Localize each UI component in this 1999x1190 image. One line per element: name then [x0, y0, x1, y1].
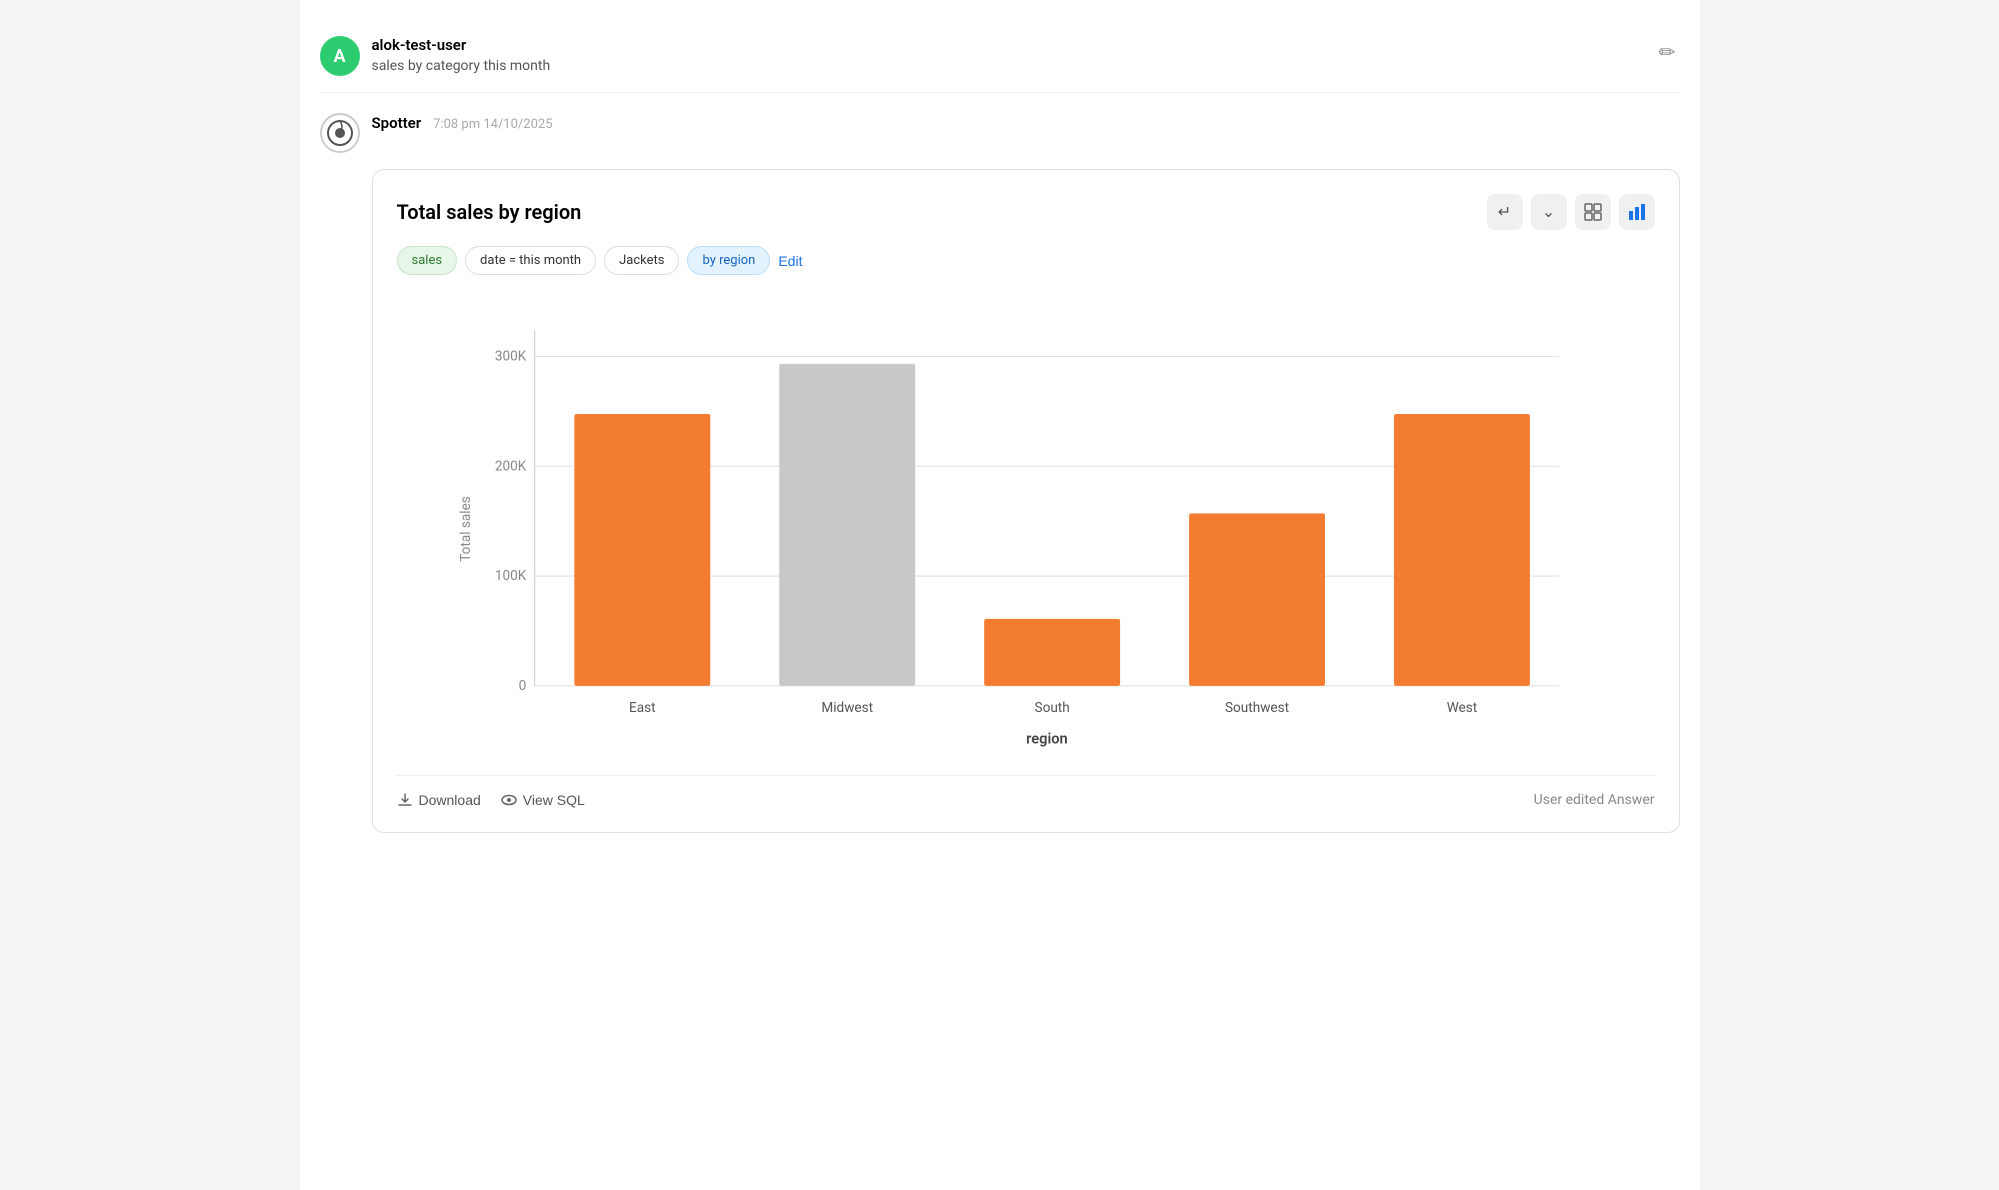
spotter-avatar: [320, 113, 360, 153]
chart-view-button[interactable]: [1619, 194, 1655, 230]
bar-west[interactable]: [1394, 414, 1530, 686]
tag-sales[interactable]: sales: [397, 246, 458, 275]
back-button[interactable]: ↵: [1487, 194, 1523, 230]
spotter-timestamp: 7:08 pm 14/10/2025: [433, 117, 552, 132]
x-axis-label: region: [1026, 729, 1068, 747]
download-button[interactable]: Download: [397, 792, 481, 808]
spotter-meta: Spotter 7:08 pm 14/10/2025: [372, 113, 553, 132]
card-footer: Download View SQL User edited Answer: [397, 775, 1655, 808]
x-label-southwest: Southwest: [1225, 700, 1289, 716]
view-sql-label: View SQL: [523, 792, 585, 808]
page: A alok-test-user sales by category this …: [300, 0, 1700, 1190]
y-tick-200k: 200K: [494, 458, 526, 474]
expand-button[interactable]: ⌄: [1531, 194, 1567, 230]
answer-card: Total sales by region ↵ ⌄: [372, 169, 1680, 833]
bar-chart: Total sales 0 100K 200K 300K: [397, 299, 1655, 759]
footer-actions: Download View SQL: [397, 792, 585, 808]
user-name: alok-test-user: [372, 36, 1643, 54]
card-controls: ↵ ⌄: [1487, 194, 1655, 230]
bar-east[interactable]: [574, 414, 710, 686]
view-sql-button[interactable]: View SQL: [501, 792, 585, 808]
y-tick-0: 0: [518, 678, 526, 694]
y-axis-label: Total sales: [457, 496, 473, 562]
spotter-row: Spotter 7:08 pm 14/10/2025: [320, 113, 1680, 153]
card-header: Total sales by region ↵ ⌄: [397, 194, 1655, 230]
y-tick-300k: 300K: [494, 349, 526, 365]
x-label-east: East: [629, 700, 656, 716]
edit-filters-button[interactable]: Edit: [778, 253, 802, 269]
user-message-content: alok-test-user sales by category this mo…: [372, 36, 1643, 74]
card-title: Total sales by region: [397, 200, 582, 224]
y-tick-100k: 100K: [494, 568, 526, 584]
bar-midwest[interactable]: [779, 364, 915, 686]
edit-message-button[interactable]: ✏: [1655, 36, 1680, 69]
tag-by-region[interactable]: by region: [687, 246, 770, 275]
bar-southwest[interactable]: [1189, 513, 1325, 686]
x-label-midwest: Midwest: [821, 700, 873, 716]
tag-date[interactable]: date = this month: [465, 246, 596, 275]
filter-tags: sales date = this month Jackets by regio…: [397, 246, 1655, 275]
bar-south[interactable]: [984, 619, 1120, 686]
chart-container: Total sales 0 100K 200K 300K: [397, 299, 1655, 759]
download-label: Download: [419, 792, 481, 808]
tag-jackets[interactable]: Jackets: [604, 246, 679, 275]
edited-label: User edited Answer: [1534, 792, 1655, 808]
x-label-south: South: [1034, 700, 1069, 716]
user-avatar: A: [320, 36, 360, 76]
eye-icon: [501, 792, 517, 808]
download-icon: [397, 792, 413, 808]
spotter-name: Spotter: [372, 114, 422, 132]
table-view-button[interactable]: [1575, 194, 1611, 230]
x-label-west: West: [1446, 700, 1477, 716]
user-message: A alok-test-user sales by category this …: [320, 20, 1680, 93]
user-query: sales by category this month: [372, 58, 1643, 74]
